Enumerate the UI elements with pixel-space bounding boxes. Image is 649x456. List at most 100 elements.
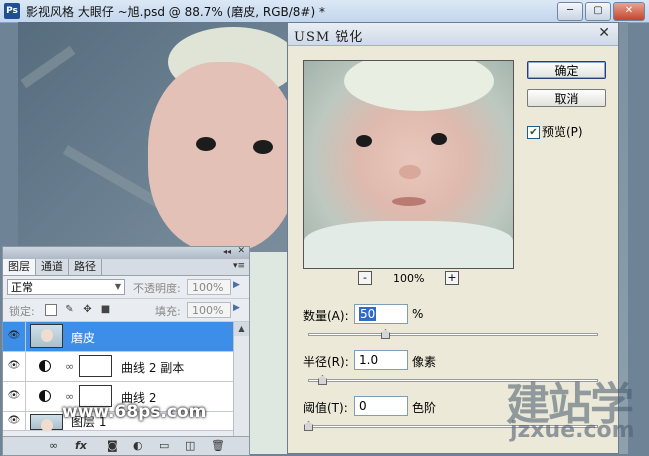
lock-brush-icon[interactable]: ✎ (63, 303, 76, 316)
threshold-input[interactable]: 0 (354, 396, 408, 416)
background-window-bar (20, 45, 76, 89)
zoom-in-button[interactable]: + (445, 271, 459, 285)
mask-icon[interactable]: ◙ (107, 439, 118, 452)
canvas-baby-face (148, 62, 298, 252)
window-controls: ─ ▢ ✕ (557, 2, 645, 21)
lock-label: 锁定: (9, 305, 35, 318)
layer-thumbnail (30, 324, 63, 348)
curves-adjustment-icon (39, 360, 51, 372)
radius-slider-thumb[interactable] (318, 375, 327, 385)
divider (25, 382, 26, 411)
canvas-baby-eye-left (196, 137, 216, 151)
close-button[interactable]: ✕ (613, 2, 645, 21)
threshold-unit: 色阶 (412, 401, 437, 415)
fill-slider-arrow-icon[interactable]: ▶ (233, 303, 240, 313)
dialog-close-button[interactable]: ✕ (598, 25, 610, 41)
blend-mode-value: 正常 (11, 281, 33, 294)
preview-baby-eye-left (356, 135, 372, 147)
preview-baby-eye-right (431, 133, 447, 145)
photoshop-logo-icon: Ps (4, 3, 20, 19)
amount-unit: % (412, 307, 424, 321)
preview-zoom-bar: - 100% + (303, 271, 512, 287)
preview-baby-hat (344, 61, 494, 111)
watermark-jzxue-url: jzxue.com (510, 418, 635, 443)
layer-row[interactable]: 👁 磨皮 (3, 322, 249, 352)
opacity-slider-arrow-icon[interactable]: ▶ (233, 280, 240, 290)
radius-value: 1.0 (359, 353, 379, 367)
scroll-up-icon[interactable]: ▲ (234, 322, 249, 336)
fill-input[interactable]: 100% (187, 302, 231, 318)
layers-panel-toolbar: ∞ fx ◙ ◐ ▭ ◫ 🗑 (3, 436, 249, 455)
blend-mode-select[interactable]: 正常 ▼ (7, 279, 125, 295)
radius-input[interactable]: 1.0 (354, 350, 408, 370)
amount-slider-track[interactable] (308, 333, 598, 336)
eye-icon[interactable]: 👁 (7, 390, 21, 402)
curves-adjustment-icon (39, 390, 51, 402)
radius-label: 半径(R): (303, 355, 349, 369)
preview-image[interactable] (303, 60, 514, 269)
cancel-button[interactable]: 取消 (527, 89, 606, 107)
layers-scrollbar[interactable]: ▲ (233, 322, 249, 439)
layers-panel-header[interactable]: ◂◂ ✕ (3, 246, 249, 259)
zoom-out-button[interactable]: - (358, 271, 372, 285)
amount-label: 数量(A): (303, 309, 349, 323)
threshold-slider-thumb[interactable] (304, 421, 313, 431)
collapse-arrows-icon[interactable]: ◂◂ (223, 247, 231, 256)
new-layer-icon[interactable]: ◫ (185, 439, 195, 452)
lock-transparency-icon[interactable] (45, 304, 57, 316)
eye-icon[interactable]: 👁 (7, 415, 21, 427)
lock-fill-row: 锁定: ✎ ✥ ■ 填充: 100% ▶ (3, 299, 249, 322)
layers-panel-tabs: 图层 通道 路径 ▾≡ (3, 259, 249, 276)
fill-label: 填充: (155, 305, 181, 318)
preview-checkbox[interactable]: ✔ (527, 126, 540, 139)
lock-move-icon[interactable]: ✥ (81, 303, 94, 316)
chevron-down-icon: ▼ (114, 282, 122, 291)
fx-icon[interactable]: fx (75, 439, 87, 452)
maximize-button[interactable]: ▢ (585, 2, 611, 21)
eye-icon[interactable]: 👁 (7, 360, 21, 372)
dialog-titlebar: USM 锐化 ✕ (288, 23, 618, 46)
eye-icon[interactable]: 👁 (7, 330, 21, 342)
layer-name: 磨皮 (71, 331, 96, 345)
link-icon[interactable]: ∞ (49, 439, 58, 452)
tab-paths[interactable]: 路径 (69, 259, 102, 275)
preview-label: 预览(P) (542, 125, 583, 139)
preview-baby-mouth (392, 197, 426, 206)
opacity-input[interactable]: 100% (187, 279, 231, 295)
layer-mask-thumbnail[interactable] (79, 355, 112, 377)
document-title: 影视风格 大眼仔 ~旭.psd @ 88.7% (磨皮, RGB/8#) * (26, 5, 325, 19)
zoom-value: 100% (393, 272, 425, 285)
radius-unit: 像素 (412, 355, 437, 369)
watermark-68ps: www.68ps.com (62, 402, 207, 422)
divider (25, 322, 26, 351)
opacity-label: 不透明度: (133, 282, 181, 295)
dialog-title: USM 锐化 (294, 30, 364, 45)
panel-menu-icon[interactable]: ▾≡ (233, 261, 245, 271)
tab-channels[interactable]: 通道 (36, 259, 69, 275)
canvas-baby-eye-right (253, 140, 273, 154)
chain-link-icon: ∞ (65, 360, 75, 373)
preview-checkbox-row[interactable]: ✔ 预览(P) (527, 123, 583, 140)
divider (25, 352, 26, 381)
trash-icon[interactable]: 🗑 (211, 439, 225, 452)
layer-row[interactable]: 👁 ∞ 曲线 2 副本 (3, 352, 249, 382)
layers-panel: ◂◂ ✕ 图层 通道 路径 ▾≡ 正常 ▼ 不透明度: 100% ▶ 锁定: ✎… (2, 246, 250, 456)
minimize-button[interactable]: ─ (557, 2, 583, 21)
lock-all-icon[interactable]: ■ (99, 303, 112, 316)
tab-layers[interactable]: 图层 (3, 259, 36, 275)
layer-name: 曲线 2 副本 (121, 361, 185, 375)
amount-value: 50 (359, 307, 377, 321)
layer-thumbnail (30, 414, 63, 432)
ok-button[interactable]: 确定 (527, 61, 606, 79)
preview-baby-shirt (304, 221, 513, 268)
panel-close-icon[interactable]: ✕ (237, 246, 245, 256)
divider (25, 412, 26, 430)
blend-opacity-row: 正常 ▼ 不透明度: 100% ▶ (3, 276, 249, 299)
threshold-value: 0 (359, 399, 367, 413)
group-icon[interactable]: ▭ (159, 439, 169, 452)
preview-baby-nose (399, 165, 421, 179)
document-titlebar: Ps 影视风格 大眼仔 ~旭.psd @ 88.7% (磨皮, RGB/8#) … (0, 0, 649, 23)
amount-input[interactable]: 50 (354, 304, 408, 324)
amount-slider-thumb[interactable] (381, 329, 390, 339)
adjustment-icon[interactable]: ◐ (133, 439, 143, 452)
